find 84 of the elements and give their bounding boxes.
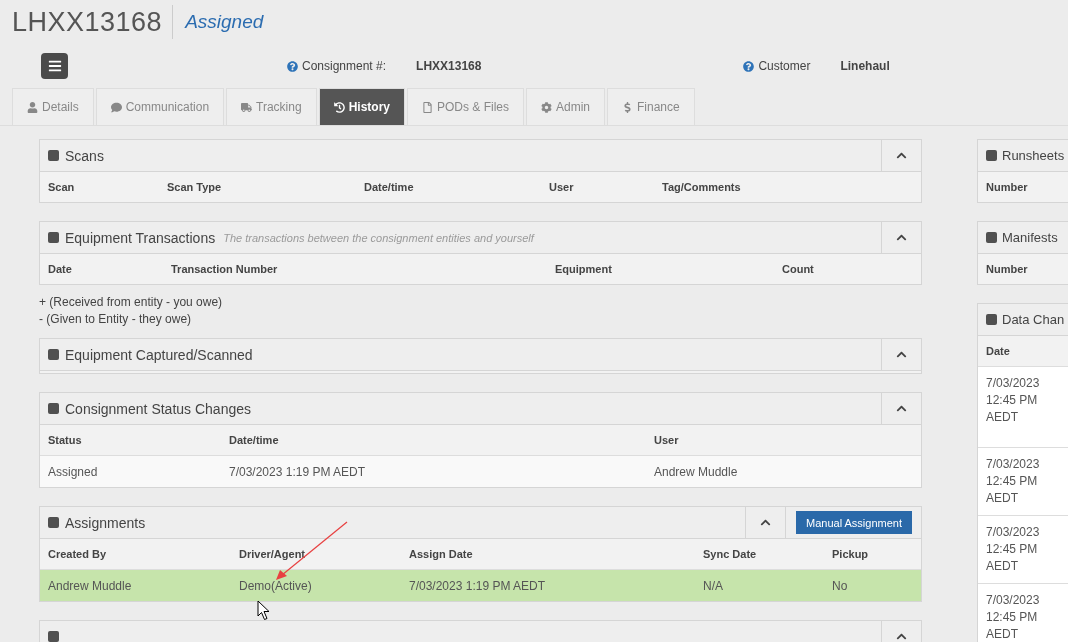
table-cell-text: Demo(Active) bbox=[239, 578, 313, 593]
table-cell-text: Assigned bbox=[48, 464, 99, 479]
panel-title: Data Chan bbox=[1002, 312, 1065, 327]
tab[interactable]: Finance bbox=[607, 88, 695, 125]
manual-assignment-button[interactable]: Manual Assignment bbox=[796, 511, 912, 534]
chevron-up-icon bbox=[896, 403, 907, 414]
column-header: Count bbox=[782, 263, 815, 275]
panel-title: Equipment Captured/Scanned bbox=[65, 346, 253, 363]
table-cell-text: 7/03/2023 12:45 PM AEDT bbox=[986, 592, 1041, 642]
tab-icon bbox=[241, 101, 253, 113]
chevron-up-icon bbox=[896, 349, 907, 360]
chevron-up-icon bbox=[896, 232, 907, 243]
panel-title: Consignment Status Changes bbox=[65, 400, 251, 417]
column-header: Sync Date bbox=[703, 548, 758, 560]
panel-icon bbox=[48, 349, 59, 360]
table-cell-text: 7/03/2023 1:19 PM AEDT bbox=[409, 578, 547, 593]
table-cell-text: 7/03/2023 12:45 PM AEDT bbox=[986, 524, 1041, 575]
panel-title: Runsheets bbox=[1002, 148, 1065, 163]
column-header: Tag/Comments bbox=[662, 181, 742, 193]
panel-icon bbox=[986, 150, 997, 161]
tab[interactable]: Details bbox=[12, 88, 94, 125]
panel-title: Assignments bbox=[65, 514, 146, 531]
column-header: Status bbox=[48, 434, 83, 446]
tab[interactable]: Admin bbox=[526, 88, 605, 125]
column-header: Scan bbox=[48, 181, 76, 193]
panel-icon bbox=[48, 150, 59, 161]
panel-icon bbox=[48, 517, 59, 528]
column-header: Pickup bbox=[832, 548, 870, 560]
info-label: Consignment #: bbox=[302, 59, 387, 73]
column-header: Number bbox=[986, 263, 1029, 275]
table-cell-text: 7/03/2023 12:45 PM AEDT bbox=[986, 456, 1041, 507]
info-value: LHXX13168 bbox=[416, 59, 482, 73]
legend-note: + (Received from entity - you owe) bbox=[39, 294, 224, 311]
table-cell-text: 7/03/2023 12:45 PM AEDT bbox=[986, 375, 1041, 426]
panel-icon bbox=[48, 232, 59, 243]
column-header: Date/time bbox=[229, 434, 280, 446]
panel-title: Equipment Transactions bbox=[65, 229, 216, 246]
tab[interactable]: Tracking bbox=[226, 88, 317, 125]
tab[interactable]: PODs & Files bbox=[407, 88, 524, 125]
legend-note: - (Given to Entity - they owe) bbox=[39, 311, 193, 328]
panel-icon bbox=[986, 314, 997, 325]
table-cell-text: 7/03/2023 1:19 PM AEDT bbox=[229, 464, 367, 479]
cursor-icon bbox=[257, 600, 271, 621]
panel-title: Manifests bbox=[1002, 230, 1058, 245]
panel-icon bbox=[48, 403, 59, 414]
panel-icon bbox=[48, 631, 59, 642]
column-header: Created By bbox=[48, 548, 108, 560]
column-header: Date bbox=[986, 345, 1011, 357]
column-header: Assign Date bbox=[409, 548, 474, 560]
status-label: Assigned bbox=[185, 11, 264, 33]
panel-subtitle: The transactions between the consignment entities and yourself bbox=[223, 231, 534, 244]
tab-icon bbox=[333, 101, 345, 113]
tab-icon bbox=[541, 101, 552, 113]
tab-icon bbox=[27, 101, 38, 113]
chevron-up-icon bbox=[896, 150, 907, 161]
column-header: User bbox=[549, 181, 575, 193]
column-header: Equipment bbox=[555, 263, 613, 275]
column-header: Scan Type bbox=[167, 181, 223, 193]
table-cell-text: No bbox=[832, 578, 849, 593]
column-header: User bbox=[654, 434, 680, 446]
chevron-up-icon bbox=[896, 631, 907, 642]
column-header: Date bbox=[48, 263, 73, 275]
chevron-up-icon bbox=[760, 517, 771, 528]
column-header: Transaction Number bbox=[171, 263, 279, 275]
info-value: Linehaul bbox=[840, 59, 890, 73]
column-header: Driver/Agent bbox=[239, 548, 307, 560]
help-icon[interactable] bbox=[743, 60, 755, 72]
table-cell-text: N/A bbox=[703, 578, 724, 593]
tab[interactable]: Communication bbox=[95, 88, 225, 125]
help-icon[interactable] bbox=[287, 60, 298, 72]
tab-icon bbox=[622, 101, 633, 113]
column-header: Number bbox=[986, 181, 1029, 193]
column-header: Date/time bbox=[364, 181, 415, 193]
menu-icon bbox=[47, 59, 62, 73]
tab-icon bbox=[110, 101, 122, 113]
menu-button[interactable] bbox=[41, 53, 68, 79]
panel-icon bbox=[986, 232, 997, 243]
tab-icon bbox=[422, 101, 433, 113]
tab[interactable]: History bbox=[318, 88, 405, 125]
consignment-title: LHXX13168 bbox=[12, 5, 174, 39]
panel-title: Scans bbox=[65, 147, 104, 164]
table-cell-text: Andrew Muddle bbox=[48, 578, 133, 593]
info-label: Customer bbox=[758, 59, 811, 73]
table-cell-text: Andrew Muddle bbox=[654, 464, 739, 479]
